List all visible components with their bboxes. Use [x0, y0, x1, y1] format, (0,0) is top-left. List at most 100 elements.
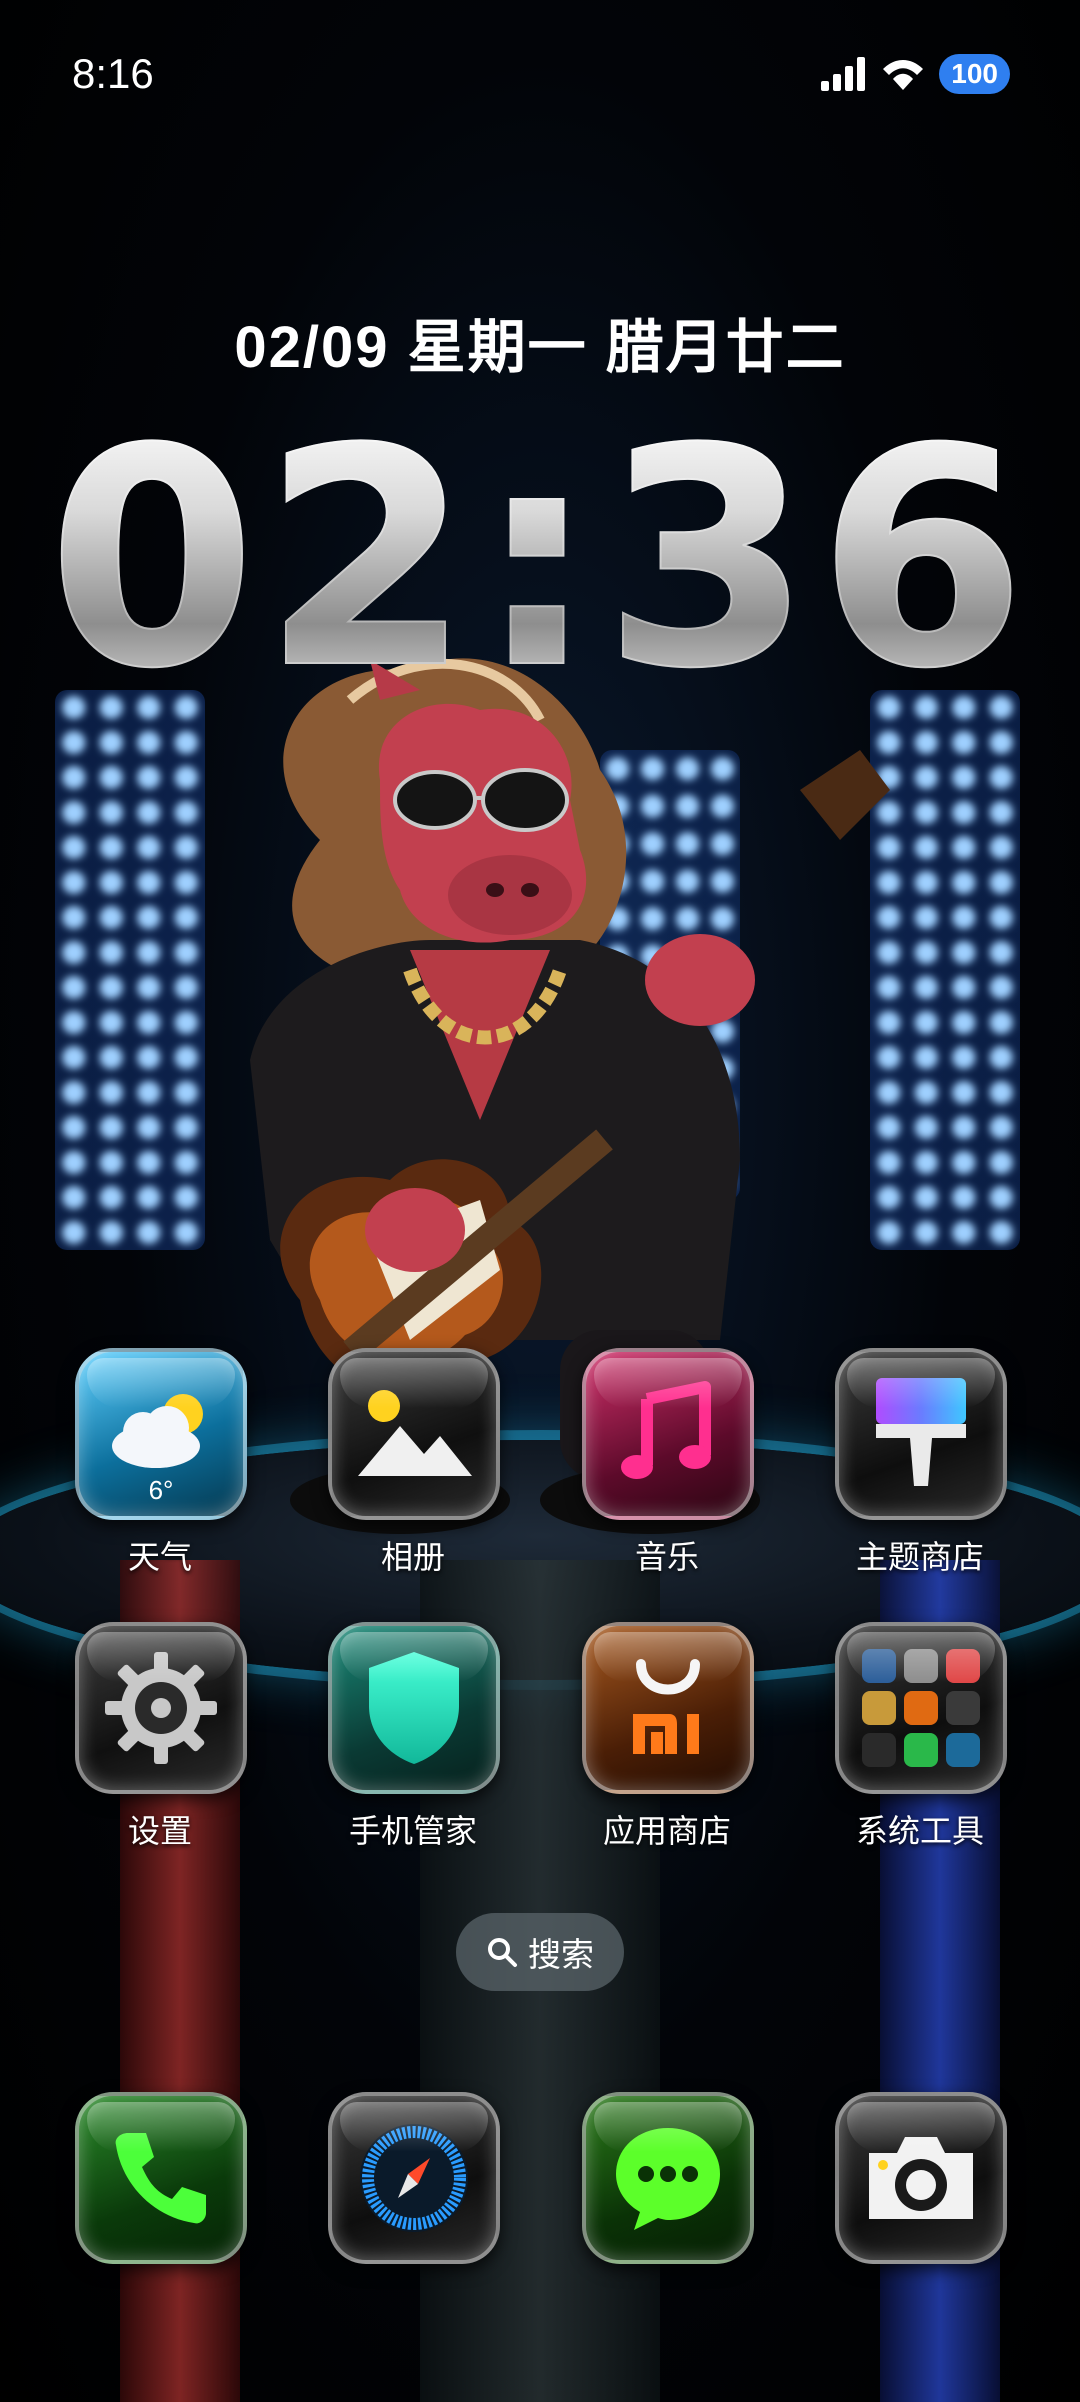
- system-tools-folder-icon: [835, 1622, 1007, 1794]
- date-lunar-widget[interactable]: 02/09 星期一 腊月廿二: [0, 300, 1080, 384]
- stage-led-dot: [952, 1150, 976, 1175]
- stage-led-dot: [137, 1150, 161, 1175]
- app-system-tools[interactable]: 系统工具: [835, 1622, 1007, 1852]
- music-note-icon: [621, 1381, 711, 1479]
- stage-led-dot: [137, 1080, 161, 1105]
- battery-indicator: 100: [939, 54, 1010, 94]
- app-label: 天气: [127, 1539, 192, 1575]
- stage-led-dot: [952, 870, 976, 895]
- stage-led-dot: [62, 1185, 86, 1210]
- weather-icon: 6°: [75, 1348, 247, 1520]
- stage-led-dot: [952, 940, 976, 965]
- app-gallery[interactable]: 相册: [328, 1348, 500, 1578]
- stage-led-dot: [137, 835, 161, 860]
- clock-widget[interactable]: 02:36: [0, 399, 1080, 721]
- stage-led-dot: [952, 1115, 976, 1140]
- stage-led-dot: [952, 975, 976, 1000]
- app-label: 应用商店: [602, 1813, 731, 1849]
- stage-led-dot: [989, 905, 1013, 930]
- status-icons: 100: [821, 54, 1010, 94]
- compass-icon: [360, 2124, 468, 2232]
- app-theme-store[interactable]: 主题商店: [835, 1348, 1007, 1578]
- dock-camera[interactable]: [835, 2092, 1007, 2264]
- stage-led-dot: [99, 1010, 123, 1035]
- theme-store-icon: [835, 1348, 1007, 1520]
- stage-led-dot: [989, 730, 1013, 755]
- stage-led-dot: [99, 730, 123, 755]
- status-time: 8:16: [72, 50, 154, 97]
- dock-browser[interactable]: [328, 2092, 500, 2264]
- folder-grid-icon: [862, 1649, 980, 1767]
- stage-led-dot: [99, 835, 123, 860]
- stage-led-dot: [62, 765, 86, 790]
- stage-led-dot: [989, 1045, 1013, 1070]
- app-weather[interactable]: 6° 天气: [75, 1348, 247, 1578]
- stage-led-dot: [99, 1080, 123, 1105]
- stage-led-dot: [99, 800, 123, 825]
- app-label: 音乐: [634, 1539, 699, 1575]
- stage-led-dot: [99, 940, 123, 965]
- stage-led-dot: [99, 765, 123, 790]
- stage-led-dot: [137, 1010, 161, 1035]
- stage-led-dot: [952, 765, 976, 790]
- messages-icon: [582, 2092, 754, 2264]
- stage-led-dot: [99, 1115, 123, 1140]
- stage-led-dot: [99, 1045, 123, 1070]
- stage-led-dot: [952, 905, 976, 930]
- dock-messages[interactable]: [582, 2092, 754, 2264]
- dock-phone[interactable]: [75, 2092, 247, 2264]
- status-bar: 8:16 100: [0, 0, 1080, 150]
- stage-led-dot: [137, 1185, 161, 1210]
- stage-led-dot: [952, 835, 976, 860]
- stage-led-dot: [62, 1220, 86, 1245]
- camera-body-icon: [869, 2137, 973, 2219]
- stage-led-dot: [952, 1045, 976, 1070]
- app-store-icon: [582, 1622, 754, 1794]
- weather-temperature: 6°: [148, 1475, 174, 1505]
- wifi-icon: [883, 60, 924, 90]
- app-security[interactable]: 手机管家: [328, 1622, 500, 1852]
- stage-led-dot: [62, 800, 86, 825]
- shopping-bag-mi-icon: [633, 1659, 700, 1754]
- stage-led-dot: [989, 1150, 1013, 1175]
- stage-led-dot: [952, 1010, 976, 1035]
- settings-gear-icon: [75, 1622, 247, 1794]
- gallery-icon: [328, 1348, 500, 1520]
- app-label: 设置: [127, 1813, 192, 1849]
- stage-led-dot: [137, 800, 161, 825]
- stage-led-dot: [989, 975, 1013, 1000]
- security-shield-icon: [328, 1622, 500, 1794]
- stage-led-dot: [62, 1045, 86, 1070]
- stage-led-dot: [989, 1115, 1013, 1140]
- paint-brush-icon: [876, 1378, 966, 1486]
- search-button[interactable]: 搜索: [456, 1913, 624, 1991]
- app-settings[interactable]: 设置: [75, 1622, 247, 1852]
- chat-bubble-icon: [616, 2128, 720, 2230]
- app-music[interactable]: 音乐: [582, 1348, 754, 1578]
- stage-led-dot: [99, 1150, 123, 1175]
- camera-icon: [835, 2092, 1007, 2264]
- app-app-store[interactable]: 应用商店: [582, 1622, 754, 1852]
- stage-led-dot: [989, 1185, 1013, 1210]
- shield-icon: [369, 1652, 459, 1764]
- stage-led-dot: [62, 940, 86, 965]
- stage-led-dot: [99, 1185, 123, 1210]
- stage-led-dot: [62, 1115, 86, 1140]
- stage-led-dot: [62, 975, 86, 1000]
- app-label: 相册: [380, 1539, 445, 1575]
- stage-led-dot: [989, 1010, 1013, 1035]
- music-icon: [582, 1348, 754, 1520]
- stage-led-dot: [952, 1185, 976, 1210]
- gear-icon: [105, 1652, 217, 1764]
- browser-compass-icon: [328, 2092, 500, 2264]
- stage-led-dot: [137, 870, 161, 895]
- app-label: 主题商店: [855, 1539, 984, 1575]
- stage-led-dot: [989, 765, 1013, 790]
- stage-led-dot: [989, 870, 1013, 895]
- stage-led-dot: [137, 905, 161, 930]
- stage-led-dot: [137, 1220, 161, 1245]
- cellular-signal-icon: [821, 57, 866, 91]
- search-label: 搜索: [528, 1936, 594, 1973]
- app-label: 手机管家: [348, 1813, 477, 1849]
- stage-led-dot: [99, 905, 123, 930]
